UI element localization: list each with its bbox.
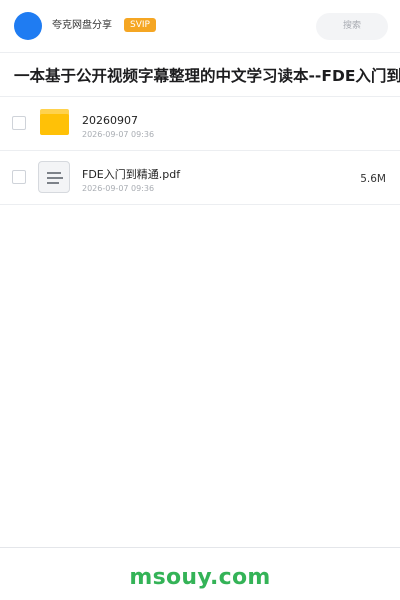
select-checkbox[interactable] (12, 116, 26, 130)
file-name[interactable]: FDE入门到精通.pdf (82, 168, 180, 182)
row-divider (0, 204, 400, 205)
top-bar: 夸克网盘分享 SVIP 搜索 (0, 0, 400, 52)
file-date: 2026-09-07 09:36 (82, 184, 155, 193)
file-size: 5.6M (360, 173, 386, 185)
header-divider (0, 52, 400, 53)
file-row-folder[interactable]: 20260907 2026-09-07 09:36 (0, 97, 400, 150)
select-checkbox[interactable] (12, 170, 26, 184)
search-button[interactable]: 搜索 (316, 13, 388, 40)
svip-badge: SVIP (124, 18, 156, 32)
folder-icon (40, 109, 69, 135)
user-name[interactable]: 夸克网盘分享 (52, 19, 112, 33)
document-icon (38, 161, 70, 193)
file-row-pdf[interactable]: FDE入门到精通.pdf 2026-09-07 09:36 5.6M (0, 151, 400, 204)
file-date: 2026-09-07 09:36 (82, 130, 155, 139)
folder-title: 一本基于公开视频字幕整理的中文学习读本--FDE入门到精通 (14, 67, 400, 85)
brand-watermark: msouy.com (129, 565, 271, 590)
footer-divider (0, 547, 400, 548)
file-name[interactable]: 20260907 (82, 114, 138, 128)
avatar[interactable] (14, 12, 42, 40)
